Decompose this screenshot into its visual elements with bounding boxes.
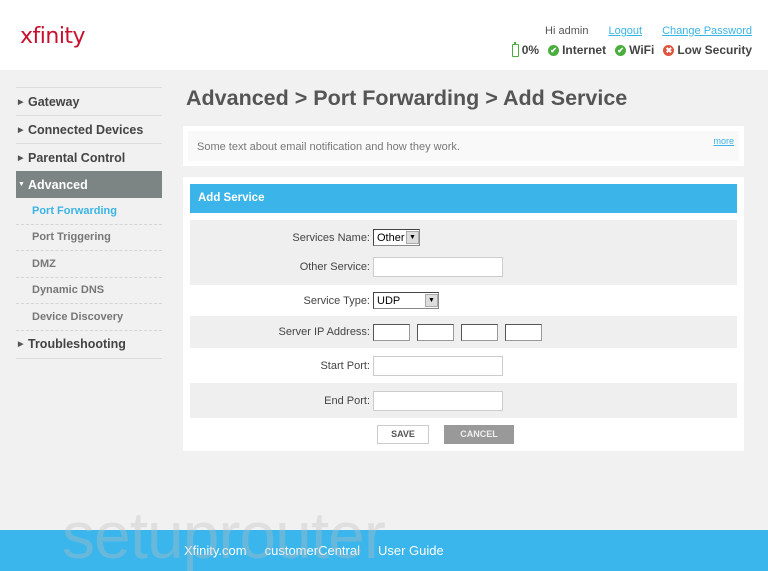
sidebar-item-troubleshooting[interactable]: ▶ Troubleshooting	[16, 331, 162, 359]
chevron-down-icon: ▼	[406, 231, 419, 244]
services-name-value: Other	[377, 231, 405, 244]
sidebar-item-advanced[interactable]: ▼ Advanced	[16, 171, 162, 198]
user-row: Hi admin Logout Change Password	[545, 25, 752, 37]
sidebar-item-label: Connected Devices	[28, 122, 144, 137]
internet-label: Internet	[562, 43, 607, 57]
service-type-select[interactable]: UDP ▼	[373, 292, 439, 309]
footer: Xfinity.com customerCentral User Guide	[0, 530, 768, 571]
start-port-label: Start Port:	[320, 359, 370, 372]
page-title: Advanced > Port Forwarding > Add Service	[186, 86, 628, 110]
start-port-row: Start Port:	[190, 348, 737, 383]
cancel-button[interactable]: CANCEL	[444, 425, 514, 444]
services-name-select[interactable]: Other ▼	[373, 229, 420, 246]
security-label: Low Security	[677, 43, 752, 57]
check-circle-icon: ✔	[615, 44, 627, 56]
sidebar-item-gateway[interactable]: ▶ Gateway	[16, 87, 162, 115]
sidebar-item-label: Troubleshooting	[28, 337, 126, 351]
sidebar-item-label: Gateway	[28, 94, 80, 109]
info-text: Some text about email notification and h…	[197, 141, 460, 153]
services-name-row: Services Name: Other ▼	[190, 220, 737, 255]
service-type-label: Service Type:	[303, 294, 370, 307]
add-service-form: Add Service Services Name: Other ▼ Other…	[183, 177, 744, 451]
battery-value: 0%	[521, 43, 540, 57]
caret-down-icon: ▼	[18, 181, 25, 188]
more-link[interactable]: more	[713, 136, 734, 146]
caret-right-icon: ▶	[18, 341, 24, 348]
other-service-label: Other Service:	[299, 261, 370, 273]
footer-link-xfinity[interactable]: Xfinity.com	[184, 543, 247, 558]
sidebar-item-connected-devices[interactable]: ▶ Connected Devices	[16, 115, 162, 143]
ip-octet-1-input[interactable]	[373, 323, 410, 341]
status-row: 0% ✔ Internet ✔ WiFi ✖ Low Security	[511, 41, 752, 57]
sidebar-subitem-port-forwarding[interactable]: Port Forwarding	[16, 198, 162, 225]
start-port-input[interactable]	[373, 355, 503, 376]
change-password-link[interactable]: Change Password	[662, 25, 752, 37]
caret-right-icon: ▶	[18, 126, 24, 134]
end-port-label: End Port:	[324, 394, 370, 407]
logout-link[interactable]: Logout	[608, 25, 642, 37]
services-name-label: Services Name:	[292, 231, 370, 244]
ip-octet-2-input[interactable]	[417, 323, 454, 341]
info-box: Some text about email notification and h…	[183, 126, 744, 166]
end-port-row: End Port:	[190, 383, 737, 418]
footer-link-user-guide[interactable]: User Guide	[378, 543, 444, 558]
sidebar-subitem-port-triggering[interactable]: Port Triggering	[16, 225, 162, 251]
footer-links: Xfinity.com customerCentral User Guide	[184, 543, 444, 558]
security-status: ✖ Low Security	[663, 43, 752, 57]
battery-status: 0%	[511, 41, 540, 57]
sidebar-subitem-dmz[interactable]: DMZ	[16, 251, 162, 278]
other-service-row: Other Service:	[190, 255, 737, 285]
ip-octet-4-input[interactable]	[505, 323, 542, 341]
caret-right-icon: ▶	[18, 98, 24, 106]
service-type-value: UDP	[377, 294, 401, 307]
sidebar-subitem-device-discovery[interactable]: Device Discovery	[16, 304, 162, 331]
check-circle-icon: ✔	[548, 44, 560, 56]
greeting: Hi admin	[545, 25, 589, 37]
service-type-row: Service Type: UDP ▼	[190, 285, 737, 316]
sidebar-item-label: Advanced	[28, 177, 88, 192]
end-port-input[interactable]	[373, 390, 503, 411]
logo-text: xfinity	[20, 24, 86, 49]
sidebar-subitem-dynamic-dns[interactable]: Dynamic DNS	[16, 278, 162, 304]
form-header: Add Service	[190, 184, 737, 213]
chevron-down-icon: ▼	[425, 294, 438, 307]
x-circle-icon: ✖	[663, 44, 675, 56]
save-button[interactable]: SAVE	[377, 425, 429, 444]
internet-status: ✔ Internet	[548, 43, 606, 57]
sidebar-item-label: Parental Control	[28, 150, 126, 165]
sidebar-nav: ▶ Gateway ▶ Connected Devices ▶ Parental…	[16, 87, 162, 359]
wifi-label: WiFi	[629, 43, 655, 57]
caret-right-icon: ▶	[18, 154, 24, 162]
footer-link-customer-central[interactable]: customerCentral	[265, 543, 360, 558]
wifi-status: ✔ WiFi	[615, 43, 654, 57]
server-ip-row: Server IP Address:	[190, 316, 737, 348]
server-ip-label: Server IP Address:	[278, 326, 370, 338]
battery-icon	[511, 41, 519, 57]
sidebar-item-parental-control[interactable]: ▶ Parental Control	[16, 143, 162, 171]
xfinity-logo[interactable]: xfinity	[20, 24, 86, 49]
other-service-input[interactable]	[373, 257, 503, 277]
header: xfinity Hi admin Logout Change Password …	[0, 0, 768, 70]
ip-octet-3-input[interactable]	[461, 323, 498, 341]
